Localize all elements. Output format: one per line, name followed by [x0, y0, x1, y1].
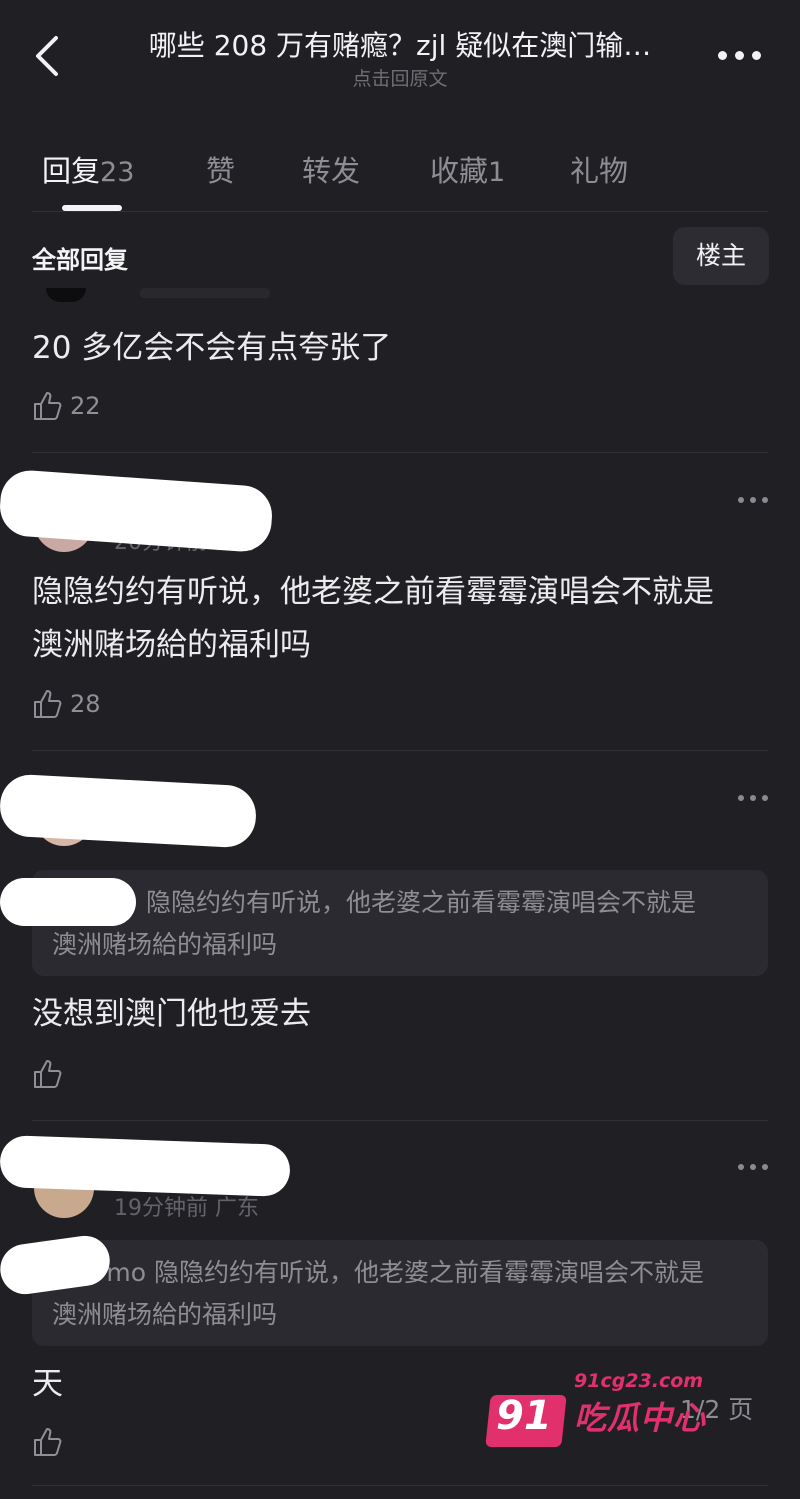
watermark-name: 吃瓜中心	[574, 1399, 707, 1437]
quoted-text: mo 隐隐约约有听说，他老婆之前看霉霉演唱会不就是 澳洲赌场給的福利吗	[52, 1252, 752, 1336]
redaction-mark	[0, 878, 136, 926]
comment-text: 没想到澳门他也爱去	[32, 996, 311, 1032]
comment-text: 隐隐约约有听说，他老婆之前看霉霉演唱会不就是 澳洲赌场給的福利吗	[32, 566, 772, 672]
tab-reposts[interactable]: 转发	[302, 148, 360, 190]
comment-divider	[32, 452, 768, 453]
tab-likes[interactable]: 赞	[206, 148, 235, 190]
comment-more-icon[interactable]	[736, 795, 770, 805]
quoted-line-text: 隐隐约约有听说，他老婆之前看霉霉演唱会不就是	[146, 888, 697, 917]
like-button[interactable]: 28	[32, 688, 152, 722]
tab-reposts-label: 转发	[302, 154, 361, 188]
tab-likes-label: 赞	[206, 154, 236, 188]
tab-bar: 回复23 赞 转发 收藏1 礼物	[0, 140, 800, 212]
tab-replies[interactable]: 回复23	[42, 148, 134, 190]
tab-favorites[interactable]: 收藏1	[430, 148, 505, 190]
tabs-divider	[32, 211, 768, 212]
tab-gifts-label: 礼物	[570, 154, 629, 188]
comment-more-icon[interactable]	[736, 497, 770, 507]
comment-divider	[32, 1120, 768, 1121]
comment-text: 20 多亿会不会有点夸张了	[32, 330, 392, 366]
redaction-mark	[0, 1134, 291, 1198]
watermark-badge-text: 91	[496, 1393, 552, 1439]
page-title[interactable]: 哪些 208 万有赌瘾？zjl 疑似在澳门输…	[100, 24, 700, 64]
comment-meta	[140, 288, 270, 298]
tab-replies-label: 回复	[42, 154, 101, 188]
quoted-reply[interactable]: 隐隐约约有听说，他老婆之前看霉霉演唱会不就是 澳洲赌场給的福利吗	[32, 870, 768, 976]
comment-more-icon[interactable]	[736, 1164, 770, 1174]
watermark-url: 91cg23.com	[574, 1370, 704, 1392]
quoted-line: mo 隐隐约约有听说，他老婆之前看霉霉演唱会不就是	[52, 1252, 752, 1294]
like-button[interactable]	[32, 1058, 152, 1092]
like-button[interactable]: 22	[32, 390, 152, 424]
quoted-text: 隐隐约约有听说，他老婆之前看霉霉演唱会不就是 澳洲赌场給的福利吗	[52, 882, 752, 966]
quoted-reply[interactable]: mo 隐隐约约有听说，他老婆之前看霉霉演唱会不就是 澳洲赌场給的福利吗	[32, 1240, 768, 1346]
redaction-mark	[0, 773, 258, 849]
tab-gifts[interactable]: 礼物	[570, 148, 628, 190]
comment-divider	[32, 750, 768, 751]
back-to-original-link[interactable]: 点击回原文	[100, 64, 700, 91]
all-replies-heading: 全部回复	[32, 246, 128, 274]
thumbs-up-icon	[34, 690, 62, 718]
tab-replies-count: 23	[100, 157, 135, 188]
tab-favorites-count: 1	[488, 157, 506, 188]
owner-only-button[interactable]: 楼主	[673, 227, 769, 285]
back-arrow-icon[interactable]	[28, 32, 68, 80]
comment-text-line: 隐隐约约有听说，他老婆之前看霉霉演唱会不就是	[32, 574, 714, 610]
like-count: 28	[70, 690, 101, 718]
thumbs-up-icon	[34, 1428, 62, 1456]
tab-favorites-label: 收藏	[430, 154, 489, 188]
thumbs-up-icon	[34, 392, 62, 420]
like-count: 22	[70, 392, 101, 420]
comment-text-line: 澳洲赌场給的福利吗	[32, 627, 311, 663]
avatar	[46, 288, 86, 302]
quoted-line: 隐隐约约有听说，他老婆之前看霉霉演唱会不就是	[52, 882, 752, 924]
comment-divider	[32, 1485, 768, 1486]
like-button[interactable]	[32, 1426, 152, 1460]
quoted-line: 澳洲赌场給的福利吗	[52, 930, 278, 959]
more-dots-icon[interactable]	[716, 46, 764, 66]
quoted-line: 澳洲赌场給的福利吗	[52, 1300, 278, 1329]
quoted-line-text: 隐隐约约有听说，他老婆之前看霉霉演唱会不就是	[153, 1258, 704, 1287]
thumbs-up-icon	[34, 1060, 62, 1088]
